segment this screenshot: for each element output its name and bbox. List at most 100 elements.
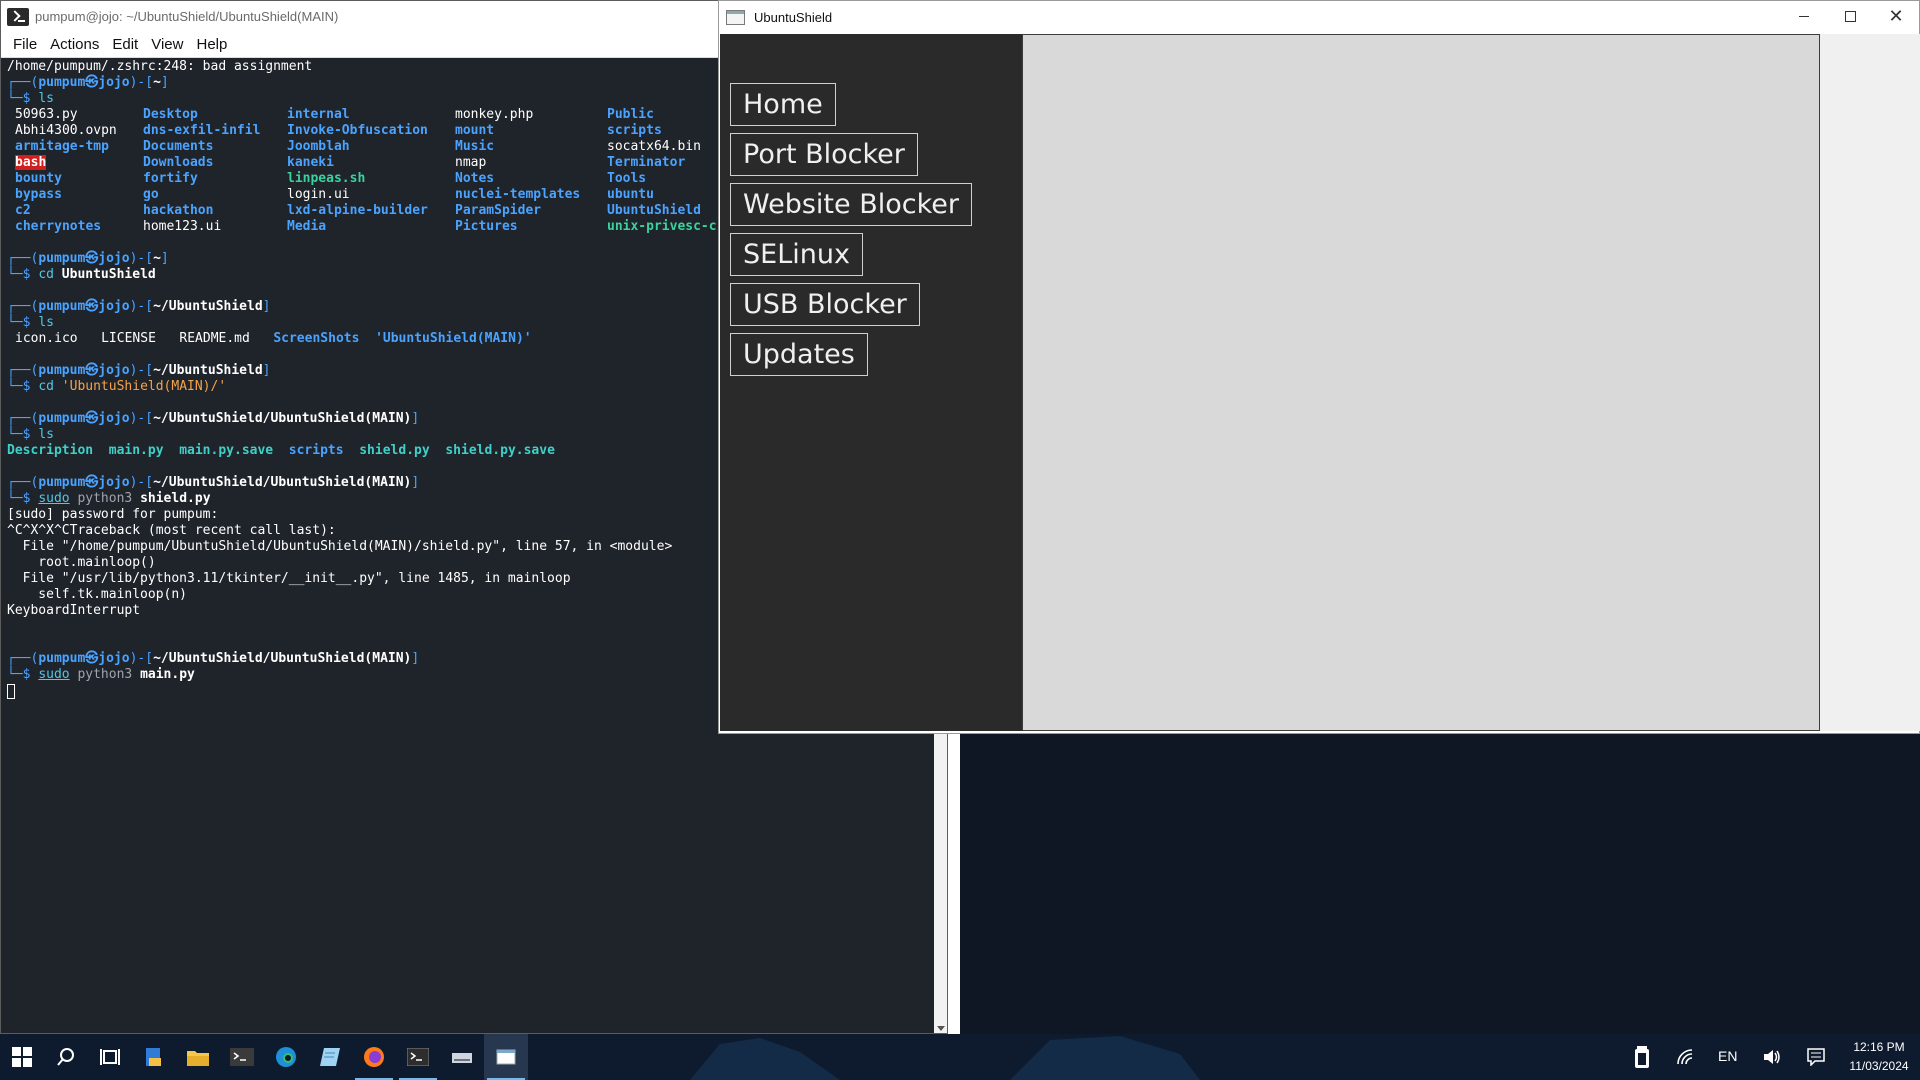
list-item: UbuntuShield	[607, 203, 701, 218]
edge-icon	[276, 1047, 296, 1067]
close-button[interactable]: ✕	[1873, 1, 1919, 31]
list-item: bash	[15, 155, 47, 170]
network-icon	[1677, 1049, 1693, 1065]
notification-icon	[1807, 1048, 1825, 1066]
nav-usb-blocker-button[interactable]: USB Blocker	[730, 283, 920, 326]
traceback-line: KeyboardInterrupt	[7, 603, 141, 618]
ubuntushield-titlebar[interactable]: UbuntuShield ✕	[719, 1, 1919, 33]
menu-actions[interactable]: Actions	[50, 36, 99, 53]
command-line: └─$ sudo python3 shield.py	[7, 491, 211, 506]
ls-main-output: Description main.py main.py.save scripts…	[7, 443, 555, 458]
taskbar-firefox-app[interactable]	[352, 1034, 396, 1080]
start-button[interactable]	[0, 1034, 44, 1080]
window-icon	[496, 1049, 516, 1065]
notepad-icon	[320, 1048, 340, 1066]
list-item: Downloads	[143, 155, 214, 170]
nav-website-blocker-button[interactable]: Website Blocker	[730, 183, 972, 226]
ubuntushield-window[interactable]: UbuntuShield ✕ Home Port Blocker Website…	[718, 0, 1920, 734]
command-line: └─$ ls	[7, 427, 54, 442]
traceback-line: File "/usr/lib/python3.11/tkinter/__init…	[7, 571, 571, 586]
list-item: nuclei-templates	[455, 187, 581, 202]
list-item: internal	[287, 107, 350, 122]
nav-home-button[interactable]: Home	[730, 83, 836, 126]
list-item: ParamSpider	[455, 203, 542, 218]
list-item: login.ui	[287, 187, 350, 202]
list-item: socatx64.bin	[607, 139, 701, 154]
list-item: nmap	[455, 155, 487, 170]
minimize-button[interactable]	[1781, 1, 1827, 31]
tray-battery[interactable]	[1620, 1034, 1664, 1080]
clock-date[interactable]: 11/03/2024	[1842, 1059, 1916, 1073]
command-line: └─$ cd 'UbuntuShield(MAIN)/'	[7, 379, 227, 394]
zshrc-error: /home/pumpum/.zshrc:248: bad assignment	[7, 59, 313, 74]
ls-us-output: icon.ico LICENSE README.md ScreenShots '…	[15, 331, 532, 346]
ubuntushield-sidebar: Home Port Blocker Website Blocker SELinu…	[720, 34, 1022, 731]
menu-view[interactable]: View	[151, 36, 183, 53]
prompt-line: ┌──(pumpum㉿jojo)-[~/UbuntuShield]	[7, 363, 271, 378]
traceback-line: [sudo] password for pumpum:	[7, 507, 219, 522]
list-item: armitage-tmp	[15, 139, 109, 154]
folder-icon	[187, 1051, 209, 1066]
volume-icon	[1764, 1050, 1780, 1064]
list-item: Notes	[455, 171, 495, 186]
prompt-line: ┌──(pumpum㉿jojo)-[~/UbuntuShield]	[7, 299, 271, 314]
terminal-icon	[7, 7, 29, 26]
menu-file[interactable]: File	[13, 36, 37, 53]
list-item: lxd-alpine-builder	[287, 203, 428, 218]
taskbar-edge-app[interactable]	[264, 1034, 308, 1080]
tray-network[interactable]	[1666, 1034, 1706, 1080]
list-item: home123.ui	[143, 219, 222, 234]
list-item: Music	[455, 139, 495, 154]
search-button[interactable]	[44, 1034, 88, 1080]
language-indicator[interactable]: EN	[1718, 1048, 1737, 1064]
battery-icon	[1635, 1046, 1649, 1068]
list-item: c2	[15, 203, 31, 218]
scroll-down-icon[interactable]	[937, 1026, 945, 1031]
terminal2-icon	[407, 1048, 429, 1066]
list-item: go	[143, 187, 159, 202]
tray-notifications[interactable]	[1796, 1034, 1836, 1080]
list-item: 50963.py	[15, 107, 78, 122]
taskbar-file-app[interactable]	[132, 1034, 176, 1080]
ubuntushield-title: UbuntuShield	[754, 9, 833, 25]
taskbar: EN 12:16 PM 11/03/2024	[0, 1034, 1920, 1080]
taskbar-ubuntushield-app[interactable]	[484, 1034, 528, 1080]
list-item: Tools	[607, 171, 647, 186]
list-item: dns-exfil-infil	[143, 123, 261, 138]
taskbar-terminal2-app[interactable]	[396, 1034, 440, 1080]
list-item: Public	[607, 107, 654, 122]
menu-edit[interactable]: Edit	[112, 36, 138, 53]
ubuntushield-content-panel	[1022, 34, 1820, 731]
taskbar-terminal-app[interactable]	[220, 1034, 264, 1080]
window-icon	[726, 9, 745, 25]
task-view-button[interactable]	[88, 1034, 132, 1080]
list-item: Documents	[143, 139, 214, 154]
search-icon	[57, 1048, 74, 1066]
list-item: Joomblah	[287, 139, 350, 154]
list-item: Media	[287, 219, 327, 234]
taskbar-notepad-app[interactable]	[308, 1034, 352, 1080]
command-line: └─$ ls	[7, 315, 54, 330]
command-line: └─$ cd UbuntuShield	[7, 267, 156, 282]
taskbar-drive-app[interactable]	[440, 1034, 484, 1080]
list-item: hackathon	[143, 203, 214, 218]
nav-updates-button[interactable]: Updates	[730, 333, 868, 376]
taskbar-explorer-app[interactable]	[176, 1034, 220, 1080]
drive-icon	[452, 1053, 472, 1063]
prompt-line: ┌──(pumpum㉿jojo)-[~]	[7, 251, 169, 266]
file-icon	[146, 1048, 161, 1066]
maximize-button[interactable]	[1827, 1, 1873, 31]
nav-selinux-button[interactable]: SELinux	[730, 233, 863, 276]
command-line: └─$ sudo python3 main.py	[7, 667, 195, 682]
prompt-line: ┌──(pumpum㉿jojo)-[~/UbuntuShield/UbuntuS…	[7, 651, 420, 666]
tray-volume[interactable]	[1752, 1034, 1792, 1080]
menu-help[interactable]: Help	[196, 36, 227, 53]
terminal-icon	[230, 1048, 254, 1066]
terminal-title: pumpum@jojo: ~/UbuntuShield/UbuntuShield…	[35, 9, 339, 24]
list-item: fortify	[143, 171, 198, 186]
traceback-line: File "/home/pumpum/UbuntuShield/UbuntuSh…	[7, 539, 673, 554]
nav-port-blocker-button[interactable]: Port Blocker	[730, 133, 918, 176]
list-item: kaneki	[287, 155, 334, 170]
desktop-background	[960, 734, 1920, 1034]
clock-time[interactable]: 12:16 PM	[1842, 1040, 1916, 1054]
